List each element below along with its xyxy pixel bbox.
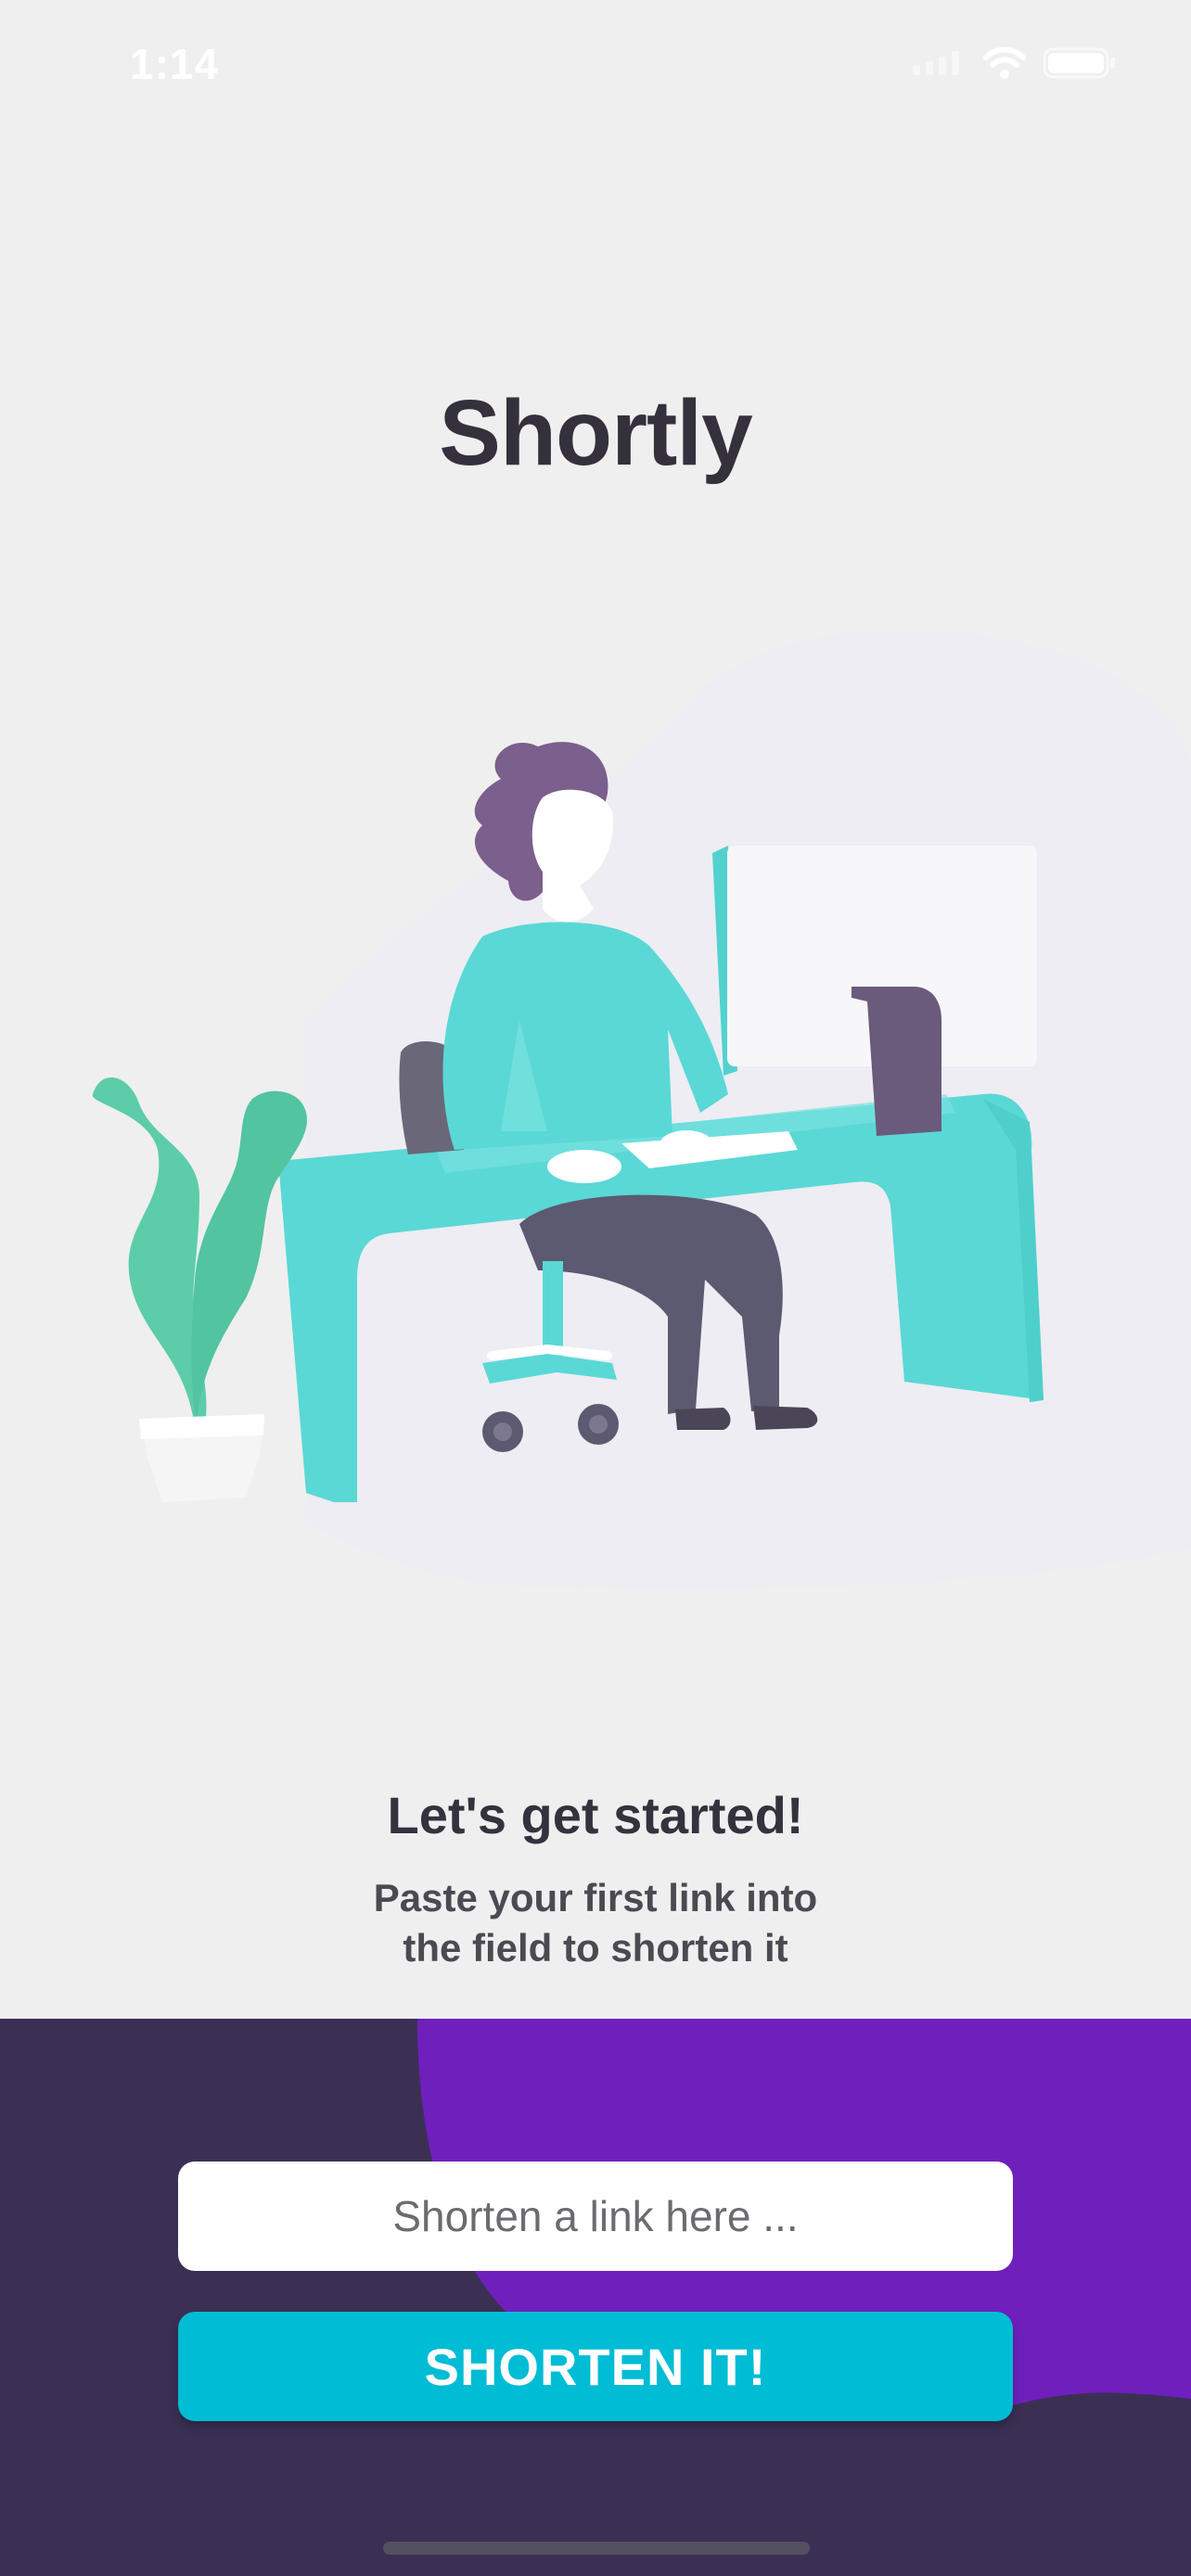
link-input[interactable] (178, 2162, 1013, 2271)
person-shoe-left (675, 1408, 731, 1430)
person-hand-left (547, 1150, 621, 1183)
plant-leaf-left (92, 1077, 207, 1428)
battery-icon (1043, 47, 1115, 79)
onboarding-subtext-line: the field to shorten it (403, 1926, 788, 1970)
onboarding-subtext: Paste your first link into the field to … (0, 1873, 1191, 1973)
app-title: Shortly (439, 381, 752, 485)
onboarding-subtext-line: Paste your first link into (373, 1876, 818, 1919)
status-icons (911, 46, 1117, 80)
shorten-it-button[interactable]: SHORTEN IT! (178, 2312, 1013, 2421)
status-bar: 1:14 (0, 0, 1191, 139)
person-shoe-right (753, 1406, 818, 1430)
person-hand-right (660, 1130, 712, 1156)
panel-background-shape (417, 2019, 1191, 2421)
wifi-icon (983, 46, 1026, 79)
home-indicator[interactable] (383, 2542, 810, 2555)
person-working-at-desk-illustration (92, 631, 1191, 1589)
status-time: 1:14 (130, 40, 220, 88)
onboarding-heading: Let's get started! (387, 1786, 804, 1844)
shorten-form-panel (0, 2019, 1191, 2576)
signal-icon (913, 51, 959, 75)
